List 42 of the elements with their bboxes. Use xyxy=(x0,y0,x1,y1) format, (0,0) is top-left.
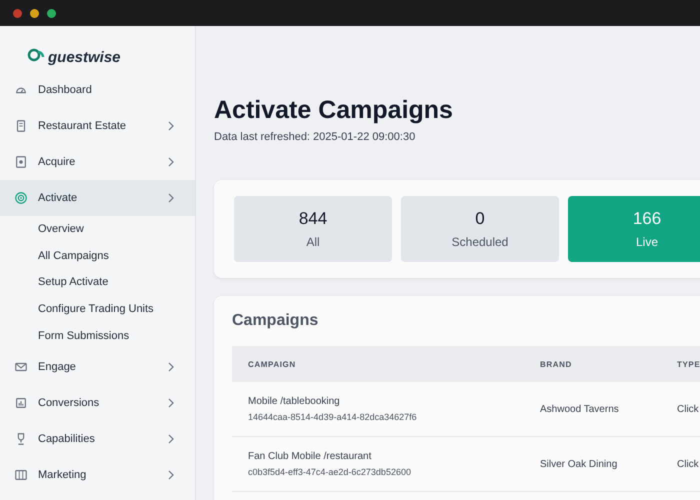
menu-icon xyxy=(14,191,28,205)
chevron-icon xyxy=(167,398,175,408)
menu-icon xyxy=(14,396,28,410)
chevron-icon xyxy=(167,193,175,203)
submenu-item[interactable]: Setup Activate xyxy=(0,269,195,296)
chevron-icon xyxy=(167,470,175,480)
logo-text: guestwise xyxy=(48,49,121,66)
sidebar-item[interactable]: Engage xyxy=(0,348,195,385)
submenu-item[interactable]: Overview xyxy=(0,216,195,243)
table-cell: Click xyxy=(661,382,700,436)
chevron-icon xyxy=(167,362,175,372)
sidebar-item[interactable]: Activate xyxy=(0,180,195,216)
sidebar-item[interactable]: Dashboard xyxy=(0,72,195,108)
campaign-id: 14644caa-8514-4d39-a414-82dca34627f6 xyxy=(248,412,418,422)
campaign-id: c0b3f5d4-eff3-47c4-ae2d-6c273db52600 xyxy=(248,467,412,477)
sidebar-item[interactable]: Conversions xyxy=(0,384,195,421)
table-cell: Ashwood Taverns xyxy=(524,382,661,436)
chevron-icon xyxy=(167,121,175,131)
submenu-item[interactable]: All Campaigns xyxy=(0,242,195,270)
submenu-item[interactable]: Form Submissions xyxy=(0,322,195,349)
menu-icon xyxy=(14,119,28,133)
page-title: Activate Campaigns xyxy=(214,96,454,125)
sidebar-item[interactable]: Capabilities xyxy=(0,420,195,457)
sidebar-item[interactable]: Marketing xyxy=(0,456,195,493)
sidebar-item[interactable]: Acquire xyxy=(0,144,195,180)
column-header: TYPE xyxy=(661,346,700,382)
campaign-name: Fan Club Mobile /restaurant xyxy=(248,451,372,462)
campaign-name: Mobile /tablebooking xyxy=(248,396,341,407)
column-header: BRAND xyxy=(524,346,661,382)
section-title: Campaigns xyxy=(232,312,320,330)
refresh-timestamp: Data last refreshed: 2025-01-22 09:00:30 xyxy=(214,131,416,143)
column-header: CAMPAIGN xyxy=(232,346,524,382)
chevron-icon xyxy=(167,157,175,167)
status-filter-tab[interactable]: 0 Scheduled xyxy=(401,196,559,262)
submenu-item[interactable]: Configure Trading Units xyxy=(0,296,195,322)
chevron-icon xyxy=(167,434,175,444)
status-filter-tab[interactable]: 844 All xyxy=(234,196,392,262)
sidebar-item[interactable]: Restaurant Estate xyxy=(0,108,195,144)
table-cell: Silver Oak Dining xyxy=(524,436,661,492)
menu-icon xyxy=(14,468,28,482)
menu-icon xyxy=(14,155,28,169)
table-cell: Click xyxy=(661,436,700,492)
